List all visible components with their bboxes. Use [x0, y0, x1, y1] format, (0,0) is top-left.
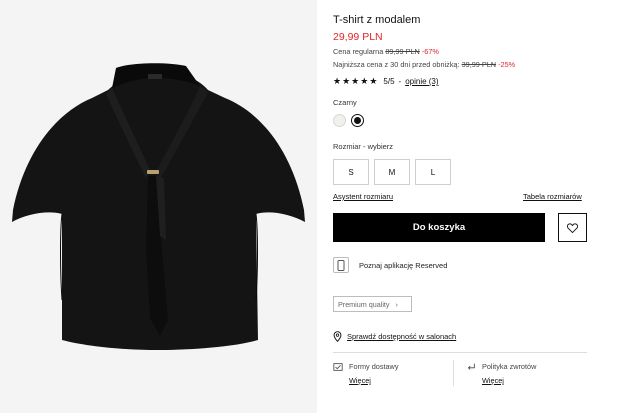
delivery-info: Formy dostawy Więcej — [333, 362, 398, 385]
premium-quality-label: Premium quality — [338, 299, 390, 309]
app-promo[interactable]: Poznaj aplikację Reserved — [333, 257, 447, 273]
store-availability-link[interactable]: Sprawdź dostępność w salonach — [333, 331, 456, 342]
regular-price-value: 89,99 PLN — [385, 47, 420, 56]
add-to-cart-button[interactable]: Do koszyka — [333, 213, 545, 242]
return-arrow-icon — [467, 363, 475, 370]
heart-icon — [567, 222, 578, 233]
size-label: Rozmiar - — [333, 142, 366, 151]
size-choose: wybierz — [367, 142, 394, 151]
star-icon: ★ — [360, 76, 369, 86]
lowest-discount: -25% — [498, 60, 516, 69]
premium-quality-badge[interactable]: Premium quality › — [333, 296, 412, 312]
rating-score: 5/5 — [383, 77, 395, 86]
divider — [333, 352, 587, 353]
lowest-price-row: Najniższa cena z 30 dni przed obniżką: 3… — [333, 60, 515, 69]
rating-row: ★ ★ ★ ★ ★ 5/5 - opinie (3) — [333, 77, 439, 87]
reviews-link[interactable]: opinie (3) — [405, 77, 438, 86]
delivery-title: Formy dostawy — [349, 362, 399, 371]
returns-more-link[interactable]: Więcej — [482, 376, 536, 385]
lowest-price-label: Najniższa cena z 30 dni przed obniżką: — [333, 60, 460, 69]
delivery-more-link[interactable]: Więcej — [349, 376, 398, 385]
star-icon: ★ — [342, 76, 351, 86]
black-tshirt-image — [12, 63, 305, 350]
rating-stars: ★ ★ ★ ★ ★ — [333, 77, 377, 86]
size-option-m[interactable]: M — [374, 159, 410, 185]
color-label: Czarny — [333, 98, 357, 107]
app-promo-text: Poznaj aplikację Reserved — [359, 260, 448, 270]
star-icon: ★ — [351, 76, 360, 86]
color-swatch-white[interactable] — [333, 114, 346, 127]
star-icon: ★ — [333, 76, 342, 86]
size-option-l[interactable]: L — [415, 159, 451, 185]
regular-price-label: Cena regularna — [333, 47, 384, 56]
delivery-box-icon — [333, 363, 343, 371]
phone-icon — [333, 257, 349, 273]
size-assistant-link[interactable]: Asystent rozmiaru — [333, 192, 393, 201]
product-panel: T-shirt z modalem 29,99 PLN Cena regular… — [333, 0, 593, 413]
regular-price-row: Cena regularna 89,99 PLN -67% — [333, 47, 439, 56]
product-image[interactable] — [0, 0, 317, 413]
regular-discount: -67% — [421, 47, 439, 56]
returns-title: Polityka zwrotów — [482, 362, 537, 371]
size-label-row: Rozmiar - wybierz — [333, 142, 393, 151]
star-icon: ★ — [369, 76, 378, 86]
product-price: 29,99 PLN — [333, 31, 383, 43]
store-availability-text: Sprawdź dostępność w salonach — [347, 332, 457, 341]
lowest-price-value: 39,99 PLN — [461, 60, 497, 69]
info-separator — [453, 360, 454, 386]
size-option-s[interactable]: S — [333, 159, 369, 185]
chevron-right-icon: › — [395, 299, 398, 309]
product-title: T-shirt z modalem — [333, 14, 421, 26]
wishlist-button[interactable] — [558, 213, 587, 242]
size-table-link[interactable]: Tabela rozmiarów — [523, 192, 582, 201]
color-swatch-black[interactable] — [351, 114, 364, 127]
returns-info: Polityka zwrotów Więcej — [466, 362, 536, 385]
location-pin-icon — [333, 331, 342, 342]
rating-separator: - — [398, 77, 402, 86]
